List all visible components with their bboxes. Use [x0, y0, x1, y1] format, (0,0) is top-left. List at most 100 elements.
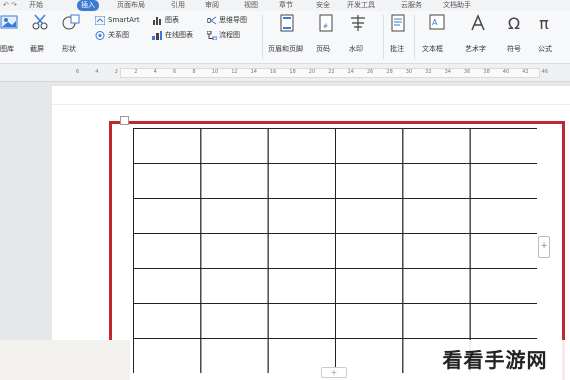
tab-developer[interactable]: 开发工具 — [347, 0, 375, 11]
ruler-number: 20 — [308, 69, 316, 75]
table-cell[interactable] — [133, 198, 202, 234]
table-cell[interactable] — [402, 268, 471, 304]
table-cell[interactable] — [402, 163, 471, 199]
symbol-label: 符号 — [507, 45, 521, 53]
table-cell[interactable] — [200, 233, 269, 269]
table-cell[interactable] — [267, 268, 336, 304]
table-cell[interactable] — [200, 268, 269, 304]
table-cell[interactable] — [335, 128, 404, 164]
table-cell[interactable] — [200, 128, 269, 164]
table-cell[interactable] — [335, 303, 404, 339]
table-cell[interactable] — [335, 268, 404, 304]
table-cell[interactable] — [335, 198, 404, 234]
table-cell[interactable] — [469, 128, 537, 164]
table-cell[interactable] — [402, 303, 471, 339]
tab-insert[interactable]: 插入 — [77, 0, 99, 11]
tab-review[interactable]: 审阅 — [205, 0, 219, 11]
table-cell[interactable] — [267, 163, 336, 199]
table-cell[interactable] — [200, 303, 269, 339]
table[interactable] — [133, 128, 537, 373]
ruler-number: 34 — [444, 69, 451, 75]
tab-page-layout[interactable]: 页面布局 — [117, 0, 145, 11]
add-row-button[interactable]: + — [321, 367, 347, 378]
table-cell[interactable] — [469, 303, 537, 339]
online-chart-button[interactable]: 在线图表 — [165, 31, 193, 40]
textbox-button[interactable]: A — [422, 14, 452, 30]
table-cell[interactable] — [469, 163, 537, 199]
table-cell[interactable] — [402, 128, 471, 164]
symbol-button[interactable]: Ω — [499, 14, 529, 33]
table-cell[interactable] — [402, 198, 471, 234]
table-cell[interactable] — [133, 268, 202, 304]
table-cell[interactable] — [469, 268, 537, 304]
smartart-icon — [95, 16, 105, 25]
table-cell[interactable] — [133, 303, 202, 339]
table-cell[interactable] — [469, 198, 537, 234]
omega-icon: Ω — [507, 14, 521, 33]
page-number-icon: # — [319, 14, 333, 32]
comment-label: 批注 — [390, 45, 404, 53]
formula-label: 公式 — [538, 45, 552, 53]
table-cell[interactable] — [200, 198, 269, 234]
table-cell[interactable] — [133, 338, 202, 374]
tab-home[interactable]: 开始 — [29, 0, 43, 11]
table-cell[interactable] — [200, 163, 269, 199]
ruler-number: 2 — [114, 69, 118, 75]
table-cell[interactable] — [267, 128, 336, 164]
table-move-handle[interactable] — [120, 116, 129, 125]
table-cell[interactable] — [402, 233, 471, 269]
shapes-icon — [62, 14, 80, 30]
table-cell[interactable] — [335, 233, 404, 269]
table-cell[interactable] — [133, 163, 202, 199]
wordart-icon — [471, 14, 485, 31]
ruler-number: 22 — [328, 69, 335, 75]
insert-ribbon: 图库 截屏 形状 SmartArt 关系图 图表 在线图表 思维导图 流程图 页… — [0, 11, 570, 64]
table-cell[interactable] — [133, 128, 202, 164]
picture-button[interactable] — [0, 14, 24, 30]
page-number-button[interactable]: # — [311, 14, 341, 32]
tab-chapter[interactable]: 章节 — [279, 0, 293, 11]
ruler-number: 26 — [367, 69, 374, 75]
tab-doc-assistant[interactable]: 文档助手 — [443, 0, 471, 11]
header-footer-button[interactable] — [272, 14, 302, 32]
screenshot-label: 截屏 — [30, 45, 44, 53]
comment-button[interactable] — [383, 14, 413, 32]
ruler-number: 36 — [464, 69, 471, 75]
table-cell[interactable] — [133, 233, 202, 269]
tab-cloud-service[interactable]: 云服务 — [401, 0, 422, 11]
tab-security[interactable]: 安全 — [316, 0, 330, 11]
ruler-number: 16 — [270, 69, 277, 75]
undo-redo-icon[interactable]: ↶ ↷ — [3, 0, 17, 11]
relation-button[interactable]: 关系图 — [108, 31, 129, 40]
ruler-number: 12 — [231, 69, 238, 75]
smartart-button[interactable]: SmartArt — [108, 16, 140, 25]
table-cell[interactable] — [267, 198, 336, 234]
screenshot-button[interactable] — [25, 14, 55, 30]
ruler-number: 28 — [386, 69, 393, 75]
tab-references[interactable]: 引用 — [171, 0, 185, 11]
mindmap-button[interactable]: 思维导图 — [219, 16, 247, 25]
table-cell[interactable] — [469, 233, 537, 269]
table-cell[interactable] — [267, 233, 336, 269]
shapes-button[interactable] — [56, 14, 86, 30]
ruler-number: 6 — [76, 69, 80, 75]
watermark-button[interactable] — [343, 14, 373, 32]
header-footer-label: 页眉和页脚 — [268, 45, 303, 53]
formula-button[interactable]: π — [529, 14, 559, 33]
picture-label: 图库 — [0, 45, 14, 53]
chart-button[interactable]: 图表 — [165, 16, 179, 25]
ruler-number: 4 — [95, 69, 99, 75]
add-column-button[interactable]: + — [538, 236, 550, 258]
ruler-number: 10 — [211, 69, 219, 75]
table-cell[interactable] — [267, 303, 336, 339]
pi-icon: π — [539, 14, 549, 33]
tab-view[interactable]: 视图 — [244, 0, 258, 11]
table-cell[interactable] — [200, 338, 269, 374]
textbox-icon: A — [429, 14, 445, 30]
ruler-number: 46 — [541, 69, 548, 75]
svg-text:A: A — [432, 18, 438, 27]
wordart-button[interactable] — [463, 14, 493, 32]
horizontal-ruler[interactable]: 6 4 2 2 4 6 8 10 12 14 16 18 20 22 24 26 28 30 32 34 36 38 40 4… — [0, 64, 570, 82]
table-cell[interactable] — [335, 163, 404, 199]
flowchart-button[interactable]: 流程图 — [219, 31, 240, 40]
